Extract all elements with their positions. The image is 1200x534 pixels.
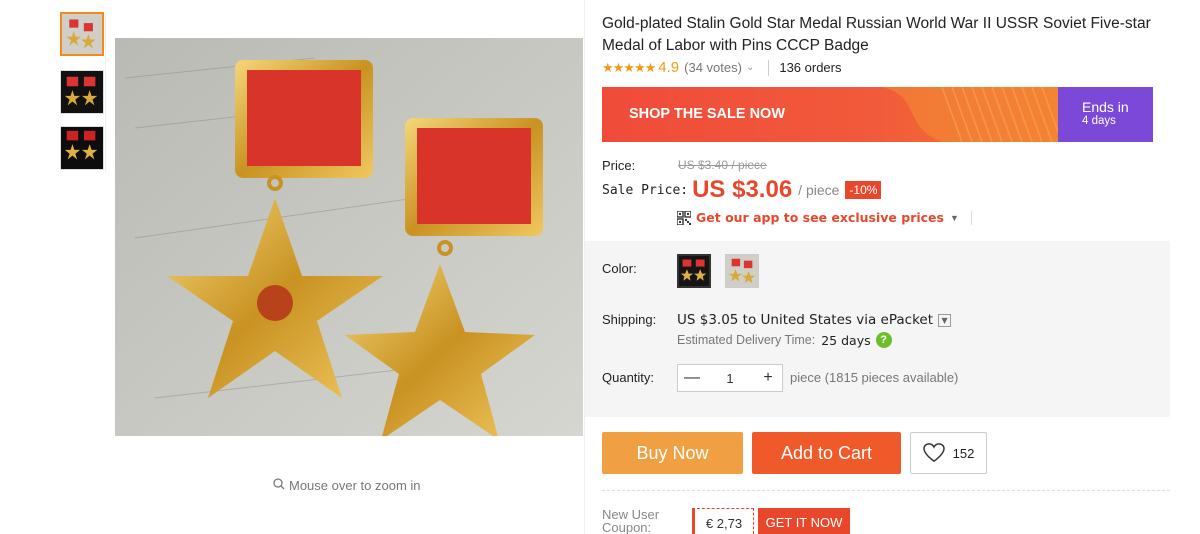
coupon-amount: € 2,73 (692, 508, 754, 534)
separator (970, 210, 972, 225)
magnifier-icon (273, 478, 285, 493)
app-promo-row[interactable]: Get our app to see exclusive prices ▼ (677, 210, 972, 225)
coupon-label: New User Coupon: (602, 508, 659, 534)
original-price: US $3.40 / piece (678, 158, 767, 172)
sale-banner-left[interactable]: SHOP THE SALE NOW (602, 87, 1058, 142)
sale-banner[interactable]: SHOP THE SALE NOW Ends in 4 days (602, 87, 1153, 142)
options-panel (585, 241, 1170, 417)
banner-cta[interactable]: SHOP THE SALE NOW (629, 106, 785, 122)
shipping-label: Shipping: (602, 312, 657, 327)
sale-price-row: Sale Price: US $3.06 / piece -10% (602, 176, 882, 204)
coupon-label-line2: Coupon: (602, 520, 652, 534)
add-to-cart-button[interactable]: Add to Cart (752, 432, 901, 474)
heart-icon (922, 443, 945, 463)
countdown-box: Ends in 4 days (1058, 87, 1153, 142)
price-label: Price: (602, 158, 636, 173)
votes-link[interactable]: (34 votes) (684, 60, 742, 75)
rating-stars-icon: ★★★★★ (602, 59, 656, 75)
per-piece-label: / piece (798, 182, 840, 198)
rating-value: 4.9 (658, 59, 680, 76)
chevron-down-icon[interactable]: ▼ (938, 313, 952, 327)
ends-in-value: 4 days (1082, 115, 1116, 127)
wishlist-count: 152 (952, 445, 975, 461)
quantity-stepper[interactable]: — 1 + (677, 364, 783, 392)
zoom-hint: Mouse over to zoom in (273, 478, 421, 493)
thumbnail-1[interactable] (60, 12, 104, 56)
shipping-text[interactable]: US $3.05 to United States via ePacket (677, 312, 933, 328)
app-promo-link[interactable]: Get our app to see exclusive prices (696, 210, 944, 225)
thumbnail-3[interactable] (60, 126, 104, 170)
thumbnail-2[interactable] (60, 70, 104, 114)
zoom-hint-text: Mouse over to zoom in (289, 478, 421, 493)
delivery-row: Estimated Delivery Time: 25 days ? (677, 332, 892, 348)
ends-in-label: Ends in (1082, 99, 1129, 115)
thumbnail-list (58, 12, 106, 172)
divider (602, 490, 1170, 491)
chevron-down-icon[interactable]: ⌄ (746, 62, 754, 73)
quantity-label: Quantity: (602, 370, 655, 385)
separator (768, 59, 770, 76)
shipping-value[interactable]: US $3.05 to United States via ePacket ▼ (677, 312, 952, 328)
main-product-image[interactable] (115, 38, 583, 436)
quantity-increment-button[interactable]: + (754, 369, 782, 387)
help-icon[interactable]: ? (875, 332, 892, 348)
sale-price-label: Sale Price: (602, 182, 689, 198)
product-title: Gold-plated Stalin Gold Star Medal Russi… (602, 15, 1151, 54)
color-label: Color: (602, 261, 637, 276)
buy-now-button[interactable]: Buy Now (602, 432, 743, 474)
delivery-days: 25 days (821, 332, 871, 348)
quantity-input[interactable]: 1 (706, 371, 754, 386)
get-coupon-button[interactable]: GET IT NOW (758, 508, 850, 534)
quantity-decrement-button[interactable]: — (678, 369, 706, 387)
coupon[interactable]: € 2,73 GET IT NOW (692, 508, 850, 534)
availability-text: piece (1815 pieces available) (790, 370, 959, 385)
color-option-2[interactable] (725, 254, 759, 288)
orders-count: 136 orders (779, 60, 842, 75)
wishlist-button[interactable]: 152 (910, 432, 987, 474)
rating-row: ★★★★★ 4.9 (34 votes) ⌄ 136 orders (602, 59, 842, 76)
qr-code-icon (677, 210, 691, 225)
caret-down-icon[interactable]: ▼ (950, 213, 959, 223)
delivery-label: Estimated Delivery Time: (677, 333, 816, 347)
color-option-1[interactable] (677, 254, 711, 288)
sale-price: US $3.06 (692, 176, 793, 203)
discount-badge: -10% (845, 181, 882, 199)
price-row: Price: US $3.40 / piece (602, 158, 767, 173)
